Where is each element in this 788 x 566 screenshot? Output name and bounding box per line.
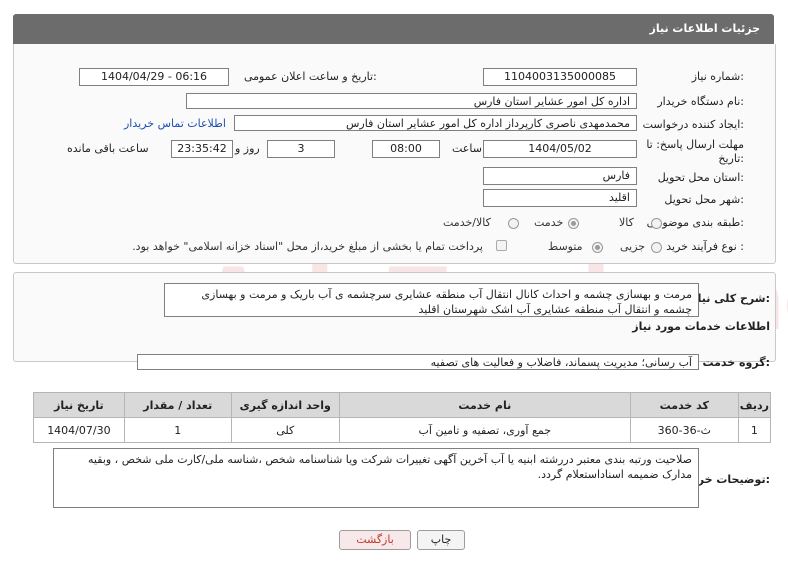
process-option-medium: متوسط: [548, 240, 583, 253]
delivery-city-field: اقلید: [483, 189, 637, 207]
service-group-label: گروه خدمت:: [702, 356, 770, 369]
table-row: 1 ث-36-360 جمع آوری، تصفیه و تامین آب کل…: [33, 417, 772, 443]
announce-field: 1404/04/29 - 06:16: [79, 68, 229, 86]
requester-label: ایجاد کننده درخواست:: [642, 118, 744, 131]
back-button[interactable]: بازگشت: [339, 530, 411, 550]
deadline-label-line2: تاریخ:: [718, 152, 744, 165]
announce-label: تاریخ و ساعت اعلان عمومی:: [244, 70, 377, 83]
col-date-header: تاریخ نیاز: [33, 392, 125, 418]
services-section-title: اطلاعات خدمات مورد نیاز: [632, 320, 770, 333]
cell-row: 1: [737, 417, 772, 443]
page-header: جزئیات اطلاعات نیاز: [13, 14, 774, 44]
buyer-org-label: نام دستگاه خریدار:: [657, 95, 744, 108]
services-table: ردیف کد خدمت نام خدمت واحد اندازه گیری ت…: [33, 392, 772, 443]
category-option-goods: کالا: [619, 216, 634, 229]
need-number-label: شماره نیاز:: [691, 70, 744, 83]
cell-qty: 1: [123, 417, 232, 443]
deadline-days-field: 3: [267, 140, 335, 158]
requester-field: محمدمهدی ناصری کارپرداز اداره کل امور عش…: [234, 115, 637, 131]
category-option-service: خدمت: [534, 216, 564, 229]
cell-date: 1404/07/30: [33, 417, 125, 443]
process-radio-minor[interactable]: [651, 242, 662, 253]
buyer-org-field: اداره کل امور عشایر استان فارس: [186, 93, 637, 109]
process-radio-medium[interactable]: [592, 242, 603, 253]
remaining-time-label: ساعت باقی مانده: [67, 142, 149, 155]
need-number-field: 1104003135000085: [483, 68, 637, 86]
treasury-checkbox[interactable]: [496, 240, 507, 251]
treasury-note: پرداخت تمام یا بخشی از مبلغ خرید،از محل …: [132, 240, 483, 253]
summary-label: شرح کلی نیاز:: [691, 292, 770, 305]
category-option-goods-service: کالا/خدمت: [443, 216, 491, 229]
col-row-header: ردیف: [737, 392, 772, 418]
buyer-notes-text: صلاحیت ورتبه بندی معتبر دررشته ابنیه یا …: [53, 448, 699, 508]
cell-code: ث-36-360: [629, 417, 739, 443]
delivery-province-field: فارس: [483, 167, 637, 185]
cell-name: جمع آوری، تصفیه و تامین آب: [338, 417, 631, 443]
category-radio-goods[interactable]: [651, 218, 662, 229]
process-option-minor: جزیی: [620, 240, 646, 253]
col-name-header: نام خدمت: [338, 392, 631, 418]
print-button[interactable]: چاپ: [417, 530, 465, 550]
buyer-contact-link[interactable]: اطلاعات تماس خریدار: [124, 117, 226, 130]
deadline-date-field: 1404/05/02: [483, 140, 637, 158]
category-radio-service[interactable]: [568, 218, 579, 229]
col-qty-header: تعداد / مقدار: [123, 392, 232, 418]
delivery-province-label: استان محل تحویل:: [657, 171, 744, 184]
delivery-city-label: شهر محل تحویل:: [664, 193, 744, 206]
deadline-label: مهلت ارسال پاسخ: تا: [646, 138, 744, 151]
table-header-row: ردیف کد خدمت نام خدمت واحد اندازه گیری ت…: [33, 392, 772, 418]
process-label: نوع فرآیند خرید :: [666, 240, 744, 253]
service-group-field: آب رسانی؛ مدیریت پسماند، فاضلاب و فعالیت…: [137, 354, 699, 370]
deadline-time-field: 08:00: [372, 140, 440, 158]
col-code-header: کد خدمت: [629, 392, 739, 418]
page-title: جزئیات اطلاعات نیاز: [649, 22, 761, 35]
summary-text: مرمت و بهسازی چشمه و احداث کانال انتقال …: [164, 283, 699, 317]
remaining-time-field: 23:35:42: [171, 140, 233, 158]
category-radio-goods-service[interactable]: [508, 218, 519, 229]
cell-unit: کلی: [230, 417, 340, 443]
deadline-time-label: ساعت: [452, 142, 482, 155]
col-unit-header: واحد اندازه گیری: [230, 392, 340, 418]
deadline-days-label: روز و: [235, 142, 260, 155]
